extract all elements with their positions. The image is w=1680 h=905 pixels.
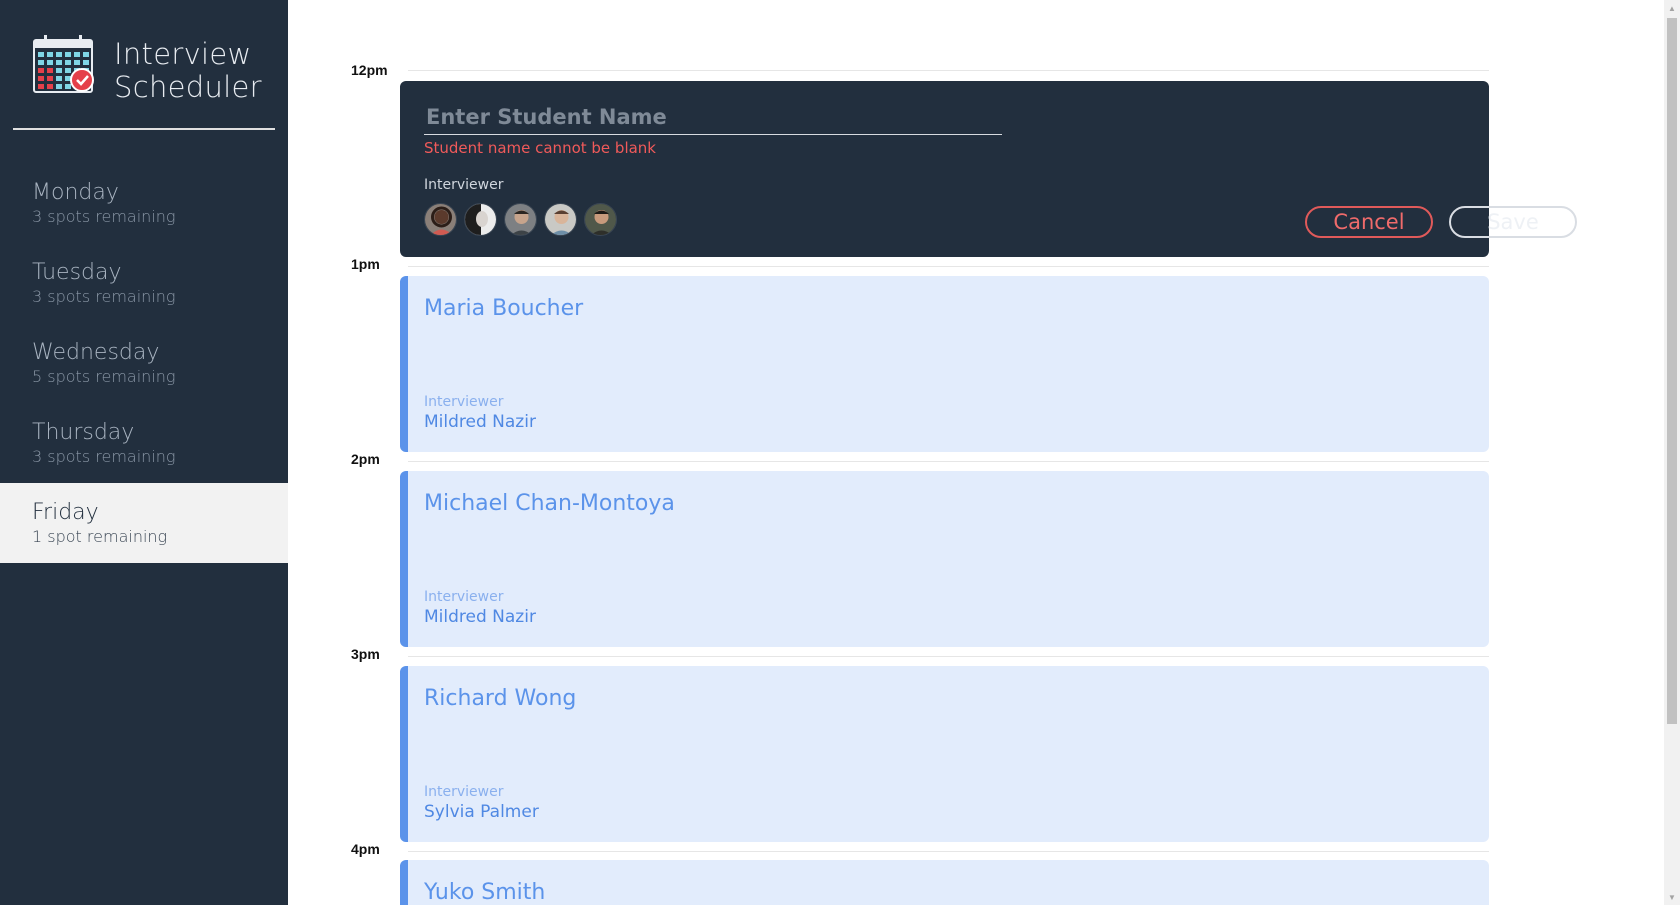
day-item-monday[interactable]: Monday 3 spots remaining [0,163,288,243]
interviewer-list [424,203,617,237]
student-name: Richard Wong [424,686,577,711]
interviewer-avatar-3[interactable] [504,203,537,236]
hour-label: 1pm [351,256,380,272]
student-name-input[interactable] [424,101,1002,135]
day-spots: 5 spots remaining [32,367,176,386]
student-name: Yuko Smith [424,880,546,905]
interviewer-label: Interviewer [424,177,504,193]
student-name: Maria Boucher [424,296,584,321]
app-title-line1: Interview [114,37,252,71]
day-spots: 3 spots remaining [32,447,176,466]
scroll-down-arrow-icon[interactable]: ▼ [1664,889,1680,905]
appointment-form: Student name cannot be blank Interviewer… [400,81,1577,257]
hour-label: 12pm [351,62,388,78]
scroll-thumb[interactable] [1667,18,1677,724]
appointment-card[interactable]: Yuko Smith [400,860,1489,905]
day-item-thursday[interactable]: Thursday 3 spots remaining [0,403,288,483]
appointment-card[interactable]: Michael Chan-Montoya Interviewer Mildred… [400,471,1489,647]
day-spots: 3 spots remaining [32,287,176,306]
interviewer-avatar-5[interactable] [584,203,617,236]
day-name: Friday [32,500,99,525]
day-list: Monday 3 spots remaining Tuesday 3 spots… [0,163,288,563]
interviewer-avatar-1[interactable] [424,203,457,236]
brand-divider [13,128,275,130]
day-item-friday[interactable]: Friday 1 spot remaining [0,483,288,563]
sidebar: Interview Scheduler Monday 3 spots remai… [0,0,288,905]
cancel-button[interactable]: Cancel [1305,206,1433,238]
day-name: Monday [32,180,119,205]
hour-divider [408,70,1489,71]
appointment-card[interactable]: Maria Boucher Interviewer Mildred Nazir [400,276,1489,452]
interviewer-name: Mildred Nazir [424,412,536,432]
day-item-wednesday[interactable]: Wednesday 5 spots remaining [0,323,288,403]
validation-error: Student name cannot be blank [424,139,656,157]
interviewer-name: Sylvia Palmer [424,802,539,822]
hour-label: 3pm [351,646,380,662]
hour-label: 4pm [351,841,380,857]
interviewer-name: Mildred Nazir [424,607,536,627]
schedule: 12pm Student name cannot be blank Interv… [288,0,1664,905]
day-name: Wednesday [32,340,160,365]
hour-divider [408,461,1489,462]
day-spots: 1 spot remaining [32,527,168,546]
hour-divider [408,656,1489,657]
interviewer-avatar-4[interactable] [544,203,577,236]
calendar-logo-icon [33,35,94,93]
scrollbar[interactable]: ▲ ▼ [1664,0,1680,905]
appointment-card[interactable]: Richard Wong Interviewer Sylvia Palmer [400,666,1489,842]
scroll-up-arrow-icon[interactable]: ▲ [1664,0,1680,16]
hour-divider [408,851,1489,852]
app-title-line2: Scheduler [114,70,262,104]
student-name: Michael Chan-Montoya [424,491,675,516]
interviewer-label: Interviewer [424,589,504,605]
app-title: Interview Scheduler [114,38,262,104]
interviewer-label: Interviewer [424,394,504,410]
day-name: Thursday [32,420,135,445]
interviewer-avatar-2[interactable] [464,203,497,236]
day-spots: 3 spots remaining [32,207,176,226]
hour-label: 2pm [351,451,380,467]
save-button[interactable]: Save [1449,206,1577,238]
day-name: Tuesday [32,260,122,285]
day-item-tuesday[interactable]: Tuesday 3 spots remaining [0,243,288,323]
interviewer-label: Interviewer [424,784,504,800]
hour-divider [408,266,1489,267]
brand: Interview Scheduler [32,34,277,106]
